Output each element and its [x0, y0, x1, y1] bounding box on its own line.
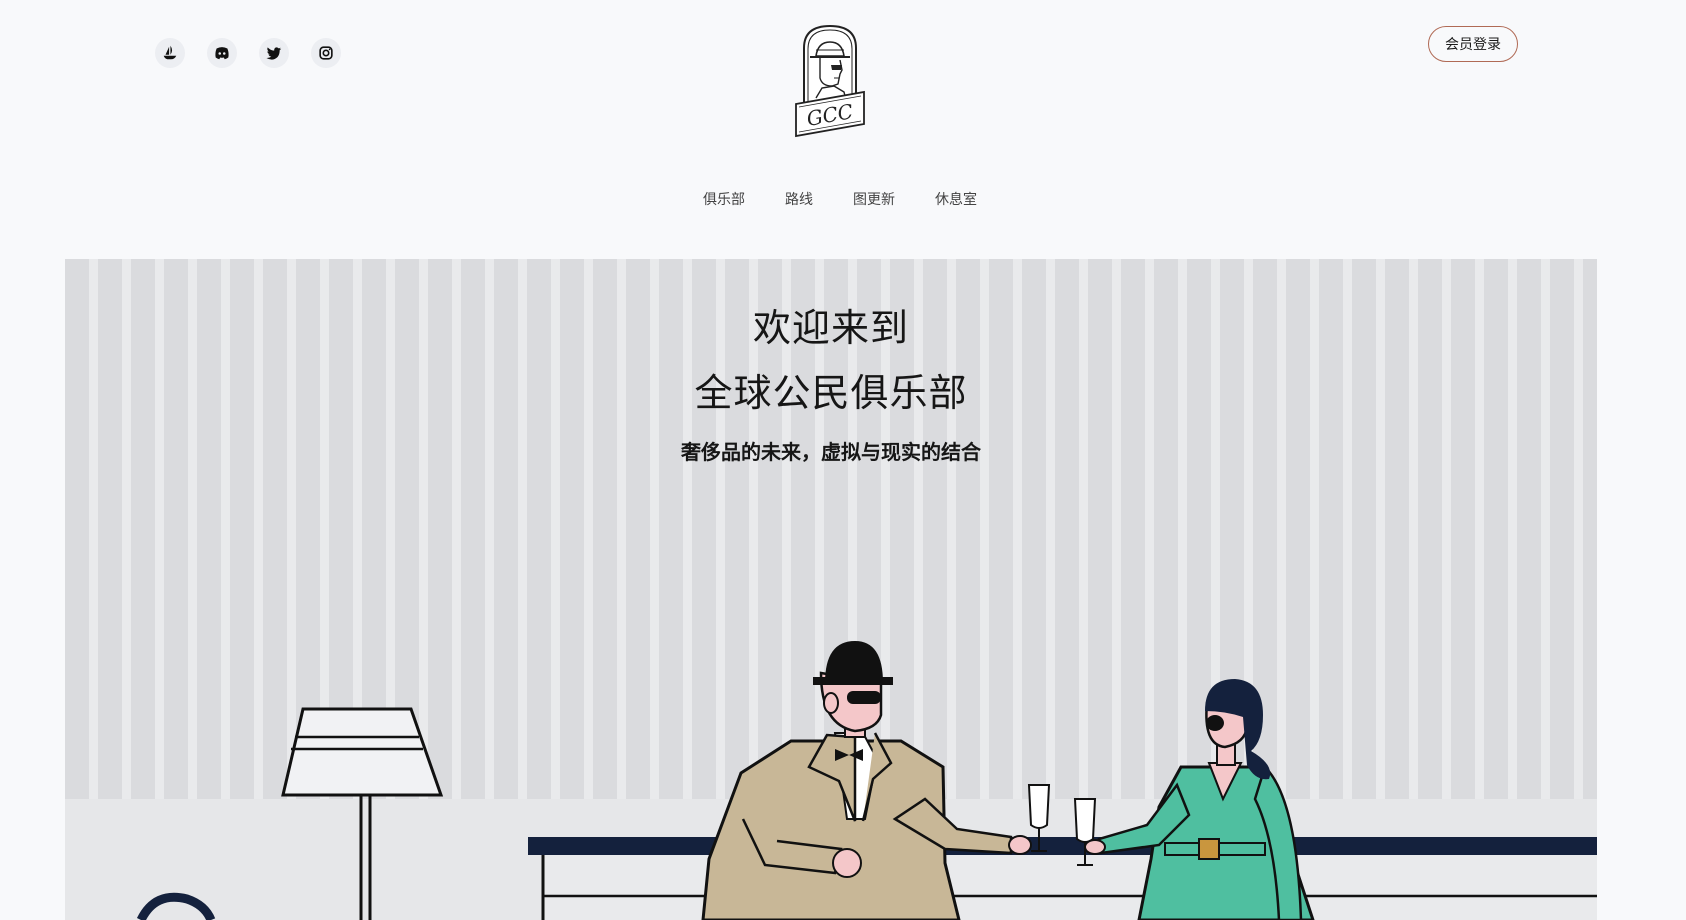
nav-item-club[interactable]: 俱乐部 — [703, 189, 745, 209]
main-nav: 俱乐部 路线 图更新 休息室 — [0, 189, 1686, 209]
social-opensea[interactable] — [155, 38, 185, 68]
page: GCC 会员登录 俱乐部 路线 图更新 休息室 欢迎来到 全球公民俱乐部 奢侈品… — [0, 0, 1686, 920]
hero-banner: 欢迎来到 全球公民俱乐部 奢侈品的未来，虚拟与现实的结合 — [65, 259, 1597, 920]
discord-icon — [215, 47, 229, 60]
nav-item-lounge[interactable]: 休息室 — [935, 189, 977, 209]
instagram-icon — [319, 46, 333, 60]
social-twitter[interactable] — [259, 38, 289, 68]
gcc-logo[interactable]: GCC — [790, 20, 870, 140]
chair-illustration — [136, 892, 216, 920]
nav-item-roadmap[interactable]: 路线 — [785, 189, 813, 209]
bar-counter-illustration — [528, 837, 1597, 920]
twitter-icon — [266, 47, 282, 60]
social-instagram[interactable] — [311, 38, 341, 68]
lounge-illustration — [136, 641, 1597, 920]
nav-item-updates[interactable]: 图更新 — [853, 189, 895, 209]
floor-lamp-illustration — [281, 707, 444, 920]
opensea-boat-icon — [163, 45, 177, 60]
member-login-button[interactable]: 会员登录 — [1428, 26, 1518, 62]
social-links — [155, 38, 341, 68]
social-discord[interactable] — [207, 38, 237, 68]
